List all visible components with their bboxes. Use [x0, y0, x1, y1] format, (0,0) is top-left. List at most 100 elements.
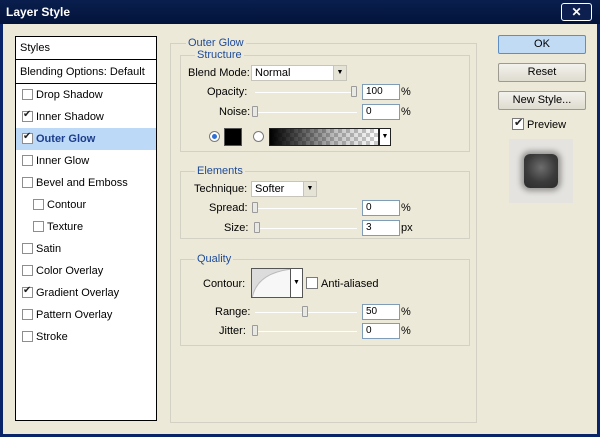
style-item-label: Satin — [36, 243, 62, 255]
reset-button[interactable]: Reset — [498, 63, 586, 82]
color-overlay-checkbox[interactable] — [22, 265, 33, 276]
style-item-label: Stroke — [36, 331, 68, 343]
style-item-label: Drop Shadow — [36, 89, 103, 101]
quality-title: Quality — [195, 253, 234, 265]
size-slider-thumb[interactable] — [254, 222, 260, 233]
jitter-label: Jitter: — [219, 325, 246, 337]
style-item-color-overlay[interactable]: Color Overlay — [16, 260, 156, 282]
contour-preview[interactable] — [251, 268, 291, 298]
style-item-label: Inner Glow — [36, 155, 90, 167]
style-item-satin[interactable]: Satin — [16, 238, 156, 260]
noise-slider-track[interactable] — [255, 112, 357, 113]
gradient-radio[interactable] — [253, 131, 264, 142]
close-button[interactable]: ✕ — [561, 3, 592, 21]
chevron-down-icon[interactable]: ▼ — [291, 268, 303, 298]
style-item-label: Color Overlay — [36, 265, 104, 277]
texture-checkbox[interactable] — [33, 221, 44, 232]
contour-label: Contour: — [203, 278, 246, 290]
style-item-label: Texture — [47, 221, 84, 233]
layer-style-dialog: Layer Style ✕ Styles Blending Options: D… — [0, 0, 600, 437]
ok-button[interactable]: OK — [498, 35, 586, 54]
technique-label: Technique: — [194, 183, 248, 195]
style-item-label: Pattern Overlay — [36, 309, 113, 321]
style-item-pattern-overlay[interactable]: Pattern Overlay — [16, 304, 156, 326]
technique-value: Softer — [255, 183, 285, 195]
size-slider-track[interactable] — [255, 228, 357, 229]
opacity-input[interactable]: 100 — [362, 84, 400, 100]
spread-unit: % — [401, 202, 411, 214]
title-bar[interactable]: Layer Style ✕ — [0, 0, 600, 24]
preview-label: Preview — [527, 119, 567, 131]
size-unit: px — [401, 222, 413, 234]
gradient-overlay-checkbox[interactable] — [22, 285, 33, 298]
inner-shadow-checkbox[interactable] — [22, 109, 33, 122]
jitter-unit: % — [401, 325, 411, 337]
pattern-overlay-checkbox[interactable] — [22, 309, 33, 320]
outer-glow-checkbox[interactable] — [22, 131, 33, 144]
style-item-label: Inner Shadow — [36, 111, 104, 123]
dialog-body: Styles Blending Options: Default Drop Sh… — [3, 24, 597, 434]
style-item-texture[interactable]: Texture — [16, 216, 156, 238]
style-item-stroke[interactable]: Stroke — [16, 326, 156, 348]
styles-header[interactable]: Styles — [16, 37, 156, 59]
size-label: Size: — [224, 222, 249, 234]
style-item-inner-shadow[interactable]: Inner Shadow — [16, 106, 156, 128]
opacity-slider-track[interactable] — [255, 92, 357, 93]
style-item-label: Gradient Overlay — [36, 287, 120, 299]
noise-label: Noise: — [219, 106, 251, 118]
technique-select[interactable]: Softer ▼ — [251, 181, 317, 197]
inner-glow-checkbox[interactable] — [22, 155, 33, 166]
blending-options-label: Blending Options: Default — [20, 66, 145, 78]
new-style-button[interactable]: New Style... — [498, 91, 586, 110]
noise-slider-thumb[interactable] — [252, 106, 258, 117]
chevron-down-icon: ▼ — [303, 182, 316, 196]
spread-slider-thumb[interactable] — [252, 202, 258, 213]
opacity-slider-thumb[interactable] — [351, 86, 357, 97]
satin-checkbox[interactable] — [22, 243, 33, 254]
style-item-bevel-emboss[interactable]: Bevel and Emboss — [16, 172, 156, 194]
window-title: Layer Style — [6, 5, 71, 19]
jitter-slider-track[interactable] — [255, 331, 357, 332]
preview-checkbox[interactable] — [512, 116, 524, 130]
blend-mode-label: Blend Mode: — [188, 67, 250, 79]
glow-color-swatch[interactable] — [224, 128, 242, 146]
stroke-checkbox[interactable] — [22, 331, 33, 342]
style-item-inner-glow[interactable]: Inner Glow — [16, 150, 156, 172]
contour-checkbox[interactable] — [33, 199, 44, 210]
noise-unit: % — [401, 106, 411, 118]
spread-slider-track[interactable] — [255, 208, 357, 209]
blend-mode-select[interactable]: Normal ▼ — [251, 65, 347, 81]
blend-mode-value: Normal — [255, 67, 291, 79]
style-item-label: Bevel and Emboss — [36, 177, 128, 189]
styles-header-label: Styles — [20, 42, 50, 54]
bevel-emboss-checkbox[interactable] — [22, 177, 33, 188]
opacity-label: Opacity: — [207, 86, 248, 98]
chevron-down-icon[interactable]: ▼ — [379, 128, 391, 146]
size-input[interactable]: 3 — [362, 220, 400, 236]
jitter-slider-thumb[interactable] — [252, 325, 258, 336]
glow-gradient-preview[interactable] — [269, 128, 379, 146]
anti-aliased-checkbox[interactable] — [306, 277, 318, 289]
elements-title: Elements — [195, 165, 245, 177]
divider — [16, 59, 156, 60]
range-input[interactable]: 50 — [362, 304, 400, 320]
spread-label: Spread: — [209, 202, 248, 214]
outer-glow-title: Outer Glow — [186, 37, 246, 49]
style-item-gradient-overlay[interactable]: Gradient Overlay — [16, 282, 156, 304]
range-slider-thumb[interactable] — [302, 306, 308, 317]
jitter-input[interactable]: 0 — [362, 323, 400, 339]
style-item-label: Outer Glow — [36, 133, 96, 145]
structure-title: Structure — [195, 49, 244, 61]
noise-input[interactable]: 0 — [362, 104, 400, 120]
range-label: Range: — [215, 306, 251, 318]
blending-options-item[interactable]: Blending Options: Default — [16, 61, 156, 83]
spread-input[interactable]: 0 — [362, 200, 400, 216]
solid-color-radio[interactable] — [209, 131, 220, 142]
range-unit: % — [401, 306, 411, 318]
style-item-contour[interactable]: Contour — [16, 194, 156, 216]
style-item-outer-glow[interactable]: Outer Glow — [16, 128, 156, 150]
preview-shape — [524, 154, 558, 188]
style-item-label: Contour — [47, 199, 87, 211]
drop-shadow-checkbox[interactable] — [22, 89, 33, 100]
style-item-drop-shadow[interactable]: Drop Shadow — [16, 84, 156, 106]
